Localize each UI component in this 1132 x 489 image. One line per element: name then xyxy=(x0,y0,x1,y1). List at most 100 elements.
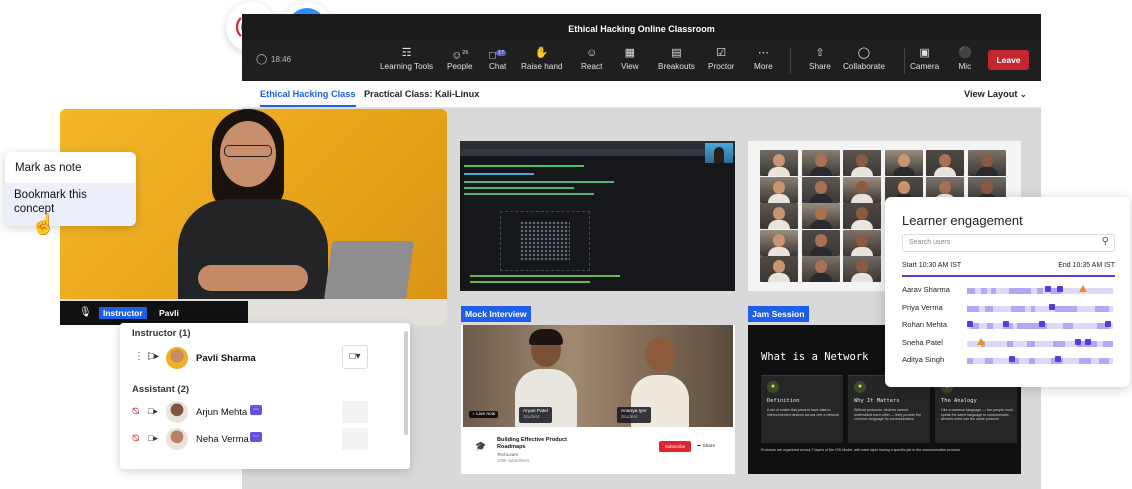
laptop xyxy=(323,241,415,301)
more-icon: ⋯ xyxy=(757,47,769,59)
engagement-title: Learner engagement xyxy=(902,213,1023,228)
camera-dropdown[interactable]: □▾ xyxy=(342,345,368,369)
participant-video[interactable] xyxy=(760,203,798,230)
participant-video[interactable] xyxy=(801,256,840,283)
toolbar-proctor-button[interactable]: ☑ Proctor xyxy=(708,46,734,71)
view-icon: ▦ xyxy=(624,47,635,59)
presenter-thumbnail xyxy=(705,143,733,163)
jam-session-label: Jam Session xyxy=(748,306,809,322)
assistant-header: Assistant (2) xyxy=(132,384,190,395)
chat-marker-icon[interactable] xyxy=(1085,338,1091,345)
chat-marker-icon[interactable] xyxy=(1039,321,1045,327)
toolbar-raise-hand-button[interactable]: ✋ Raise hand xyxy=(521,46,562,71)
participant-video[interactable] xyxy=(968,150,1006,176)
toolbar-mic-button[interactable]: ⚫ Mic xyxy=(958,46,972,71)
learner-name[interactable]: Rohan Mehta xyxy=(902,320,947,329)
chat-marker-icon[interactable] xyxy=(1003,321,1009,327)
interview-video[interactable]: ● Live now Aryan Patel Student Ananya Iye… xyxy=(463,325,733,427)
participant-video[interactable] xyxy=(801,150,840,176)
search-users-input[interactable]: Search users ⚲ xyxy=(902,234,1115,252)
graduation-cap-icon: 🎓 xyxy=(475,441,487,451)
leave-button[interactable]: Leave xyxy=(988,50,1029,70)
badge-count: 17 xyxy=(495,50,507,56)
camera-icon: □▸ xyxy=(148,433,158,443)
engagement-timeline[interactable] xyxy=(967,356,1113,364)
chat-bubble-icon[interactable]: ⋯ xyxy=(250,432,262,442)
instructor-header: Instructor (1) xyxy=(132,328,191,339)
toolbar-react-button[interactable]: ☺ React xyxy=(581,46,602,71)
learner-name[interactable]: Sneha Patel xyxy=(902,338,943,347)
participant-video[interactable] xyxy=(843,229,882,256)
toolbar-share-button[interactable]: ⇧ Share xyxy=(809,46,831,71)
view-layout-dropdown[interactable]: View Layout ⌄ xyxy=(964,81,1027,108)
bookmark-concept-item[interactable]: Bookmark this concept xyxy=(5,183,136,226)
chat-marker-icon[interactable] xyxy=(1045,286,1051,292)
action-placeholder[interactable] xyxy=(342,401,368,423)
mock-interview-label: Mock Interview xyxy=(461,306,531,322)
participant-video[interactable] xyxy=(760,229,798,256)
toolbar-learning-tools-button[interactable]: ☶ Learning Tools xyxy=(380,46,433,71)
mic-icon: 🎙 xyxy=(79,307,92,318)
toolbar-more-button[interactable]: ⋯ More xyxy=(754,46,773,71)
participant-video[interactable] xyxy=(843,176,882,203)
chat-marker-icon[interactable] xyxy=(1075,338,1081,345)
assistant-row[interactable]: ⦰ □▸ Neha Verma ⋯ xyxy=(120,428,400,452)
assistant-row[interactable]: ⦰ □▸ Arjun Mehta ⋯ xyxy=(120,401,400,425)
alert-triangle-icon[interactable] xyxy=(977,337,985,345)
mic-muted-icon[interactable]: ⦰ xyxy=(132,406,139,417)
participant-video[interactable] xyxy=(843,203,882,230)
chat-marker-icon[interactable] xyxy=(967,321,973,327)
camera-icon: □▸ xyxy=(148,406,158,416)
mic-muted-icon[interactable]: ⦰ xyxy=(132,433,139,444)
participant-video[interactable] xyxy=(926,150,965,176)
chat-marker-icon[interactable] xyxy=(1049,303,1055,310)
toolbar-breakouts-button[interactable]: ▤ Breakouts xyxy=(658,46,695,71)
instructor-row[interactable]: ⋮⋮ □▸ Pavli Sharma □▾ xyxy=(120,345,400,373)
participant-video[interactable] xyxy=(760,176,798,203)
meeting-time: 18:46 xyxy=(271,55,292,64)
engagement-timeline[interactable] xyxy=(967,303,1113,312)
toolbar-chat-button[interactable]: □ 17 Chat xyxy=(489,46,506,71)
participant-video[interactable] xyxy=(760,256,798,283)
tab-practical-class[interactable]: Practical Class: Kali-Linux xyxy=(364,81,479,108)
instructor-figure xyxy=(168,109,338,325)
chat-marker-icon[interactable] xyxy=(1057,286,1063,292)
engagement-timeline[interactable] xyxy=(967,285,1113,294)
mock-interview-tile[interactable]: ● Live now Aryan Patel Student Ananya Iye… xyxy=(461,325,735,474)
chat-bubble-icon[interactable]: ⋯ xyxy=(250,405,262,415)
share-video-button[interactable]: ➦ Share xyxy=(697,441,715,452)
chat-marker-icon[interactable] xyxy=(1055,356,1061,362)
toolbar-view-button[interactable]: ▦ View xyxy=(621,46,639,71)
share-arrow-icon: ➦ xyxy=(697,444,702,449)
video-info: 🎓 Building Effective Product Roadmaps Te… xyxy=(475,437,725,467)
learner-name[interactable]: Aditya Singh xyxy=(902,355,944,364)
chat-marker-icon[interactable] xyxy=(1009,356,1015,362)
action-placeholder[interactable] xyxy=(342,428,368,450)
alert-triangle-icon[interactable] xyxy=(1079,285,1087,292)
toolbar-camera-button[interactable]: ▣ Camera xyxy=(910,46,939,71)
subscribe-button[interactable]: Subscribe xyxy=(659,441,691,452)
people-icon: ☺26 xyxy=(451,49,469,62)
terminal-screen-share[interactable] xyxy=(460,141,735,291)
participant-video[interactable] xyxy=(843,150,882,176)
toolbar-collaborate-button[interactable]: ◯ Collaborate xyxy=(843,46,885,71)
engagement-timeline[interactable] xyxy=(967,321,1113,329)
toolbar-people-button[interactable]: ☺26 People xyxy=(447,46,473,71)
tab-ethical-hacking-class[interactable]: Ethical Hacking Class xyxy=(260,81,356,107)
learner-name[interactable]: Aarav Sharma xyxy=(902,285,950,294)
participant-video[interactable] xyxy=(801,203,840,230)
participant-video[interactable] xyxy=(843,256,882,283)
chat-marker-icon[interactable] xyxy=(1105,321,1111,327)
participant-video[interactable] xyxy=(760,150,798,176)
participant-video[interactable] xyxy=(801,229,840,256)
meeting-toolbar: ◯ 18:46 ☶ Learning Tools ☺26 People □ 17 Chat ✋… xyxy=(242,40,1041,81)
book-icon: ● xyxy=(767,381,779,393)
people-scrollbar[interactable] xyxy=(404,331,408,435)
mark-as-note-item[interactable]: Mark as note xyxy=(15,162,81,174)
participant-video[interactable] xyxy=(884,150,923,176)
name-tag-2: Ananya Iyer Student xyxy=(617,407,651,423)
learner-name[interactable]: Priya Verma xyxy=(902,303,943,312)
timeline-start: Start 10:30 AM IST xyxy=(902,262,962,269)
participant-video[interactable] xyxy=(801,176,840,203)
engagement-timeline[interactable] xyxy=(967,337,1113,347)
